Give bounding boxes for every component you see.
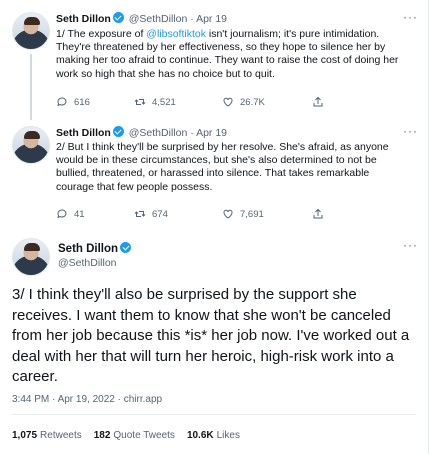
- quote-tweets-stat[interactable]: 182 Quote Tweets: [94, 430, 175, 441]
- quote-tweets-count: 182: [93, 430, 111, 441]
- verified-badge-icon: [120, 242, 132, 253]
- likes-count: 10.6K: [186, 430, 214, 441]
- heart-icon: [223, 97, 233, 107]
- reply-icon: [57, 97, 67, 107]
- reply-button[interactable]: 41: [56, 208, 85, 220]
- tweet-header: Seth Dillon @SethDillon · Apr 19: [56, 126, 416, 140]
- heart-icon: [223, 209, 233, 219]
- separator: ·: [190, 13, 194, 25]
- share-icon: [313, 96, 323, 107]
- like-count: 26.7K: [240, 96, 265, 108]
- divider: [12, 414, 416, 415]
- likes-stat[interactable]: 10.6K Likes: [187, 430, 240, 441]
- reply-button[interactable]: 616: [56, 96, 90, 108]
- tweet-2[interactable]: Seth Dillon @SethDillon · Apr 19 ··· 2/ …: [0, 120, 428, 224]
- tweet-date[interactable]: Apr 19: [196, 127, 227, 139]
- thread-line: [30, 54, 32, 120]
- author-name[interactable]: Seth Dillon: [58, 243, 118, 255]
- retweet-count: 4,521: [152, 96, 176, 108]
- reply-count: 41: [74, 208, 85, 220]
- tweet-header: Seth Dillon: [58, 242, 416, 256]
- reply-count: 616: [74, 96, 90, 108]
- tweet-actions: 616 4,521 26.7K: [56, 96, 408, 110]
- verified-badge-icon: [112, 12, 124, 23]
- tweet-text: 3/ I think they'll also be surprised by …: [12, 286, 410, 385]
- tweet-stats: 1,075 Retweets 182 Quote Tweets 10.6K Likes: [12, 430, 240, 441]
- focused-tweet[interactable]: Seth Dillon @SethDillon ··· 3/ I think t…: [0, 230, 428, 454]
- verified-badge-icon: [112, 126, 124, 137]
- tweet-thread: Seth Dillon @SethDillon · Apr 19 ··· 1/ …: [0, 0, 429, 454]
- author-handle[interactable]: @SethDillon: [129, 13, 188, 25]
- retweets-stat[interactable]: 1,075 Retweets: [12, 430, 82, 441]
- tweet-text: 1/ The exposure of @libsoftiktok isn't j…: [56, 28, 410, 81]
- avatar[interactable]: [12, 12, 50, 50]
- author-name[interactable]: Seth Dillon: [56, 127, 111, 139]
- tweet-timestamp[interactable]: 3:44 PM · Apr 19, 2022 · chirr.app: [12, 394, 162, 405]
- author-handle[interactable]: @SethDillon: [58, 257, 117, 269]
- like-button[interactable]: 7,691: [222, 208, 264, 220]
- tweet-1[interactable]: Seth Dillon @SethDillon · Apr 19 ··· 1/ …: [0, 0, 428, 120]
- like-count: 7,691: [240, 208, 264, 220]
- retweet-count: 674: [152, 208, 168, 220]
- more-options-icon[interactable]: ···: [403, 238, 418, 252]
- reply-icon: [57, 209, 67, 219]
- tweet-header: Seth Dillon @SethDillon · Apr 19: [56, 12, 416, 26]
- retweets-count: 1,075: [12, 430, 38, 441]
- retweet-icon: [134, 211, 146, 217]
- mention-link[interactable]: @libsoftiktok: [146, 28, 206, 40]
- tweet-text-part: 1/ The exposure of: [56, 28, 147, 40]
- share-icon: [313, 208, 323, 219]
- like-button[interactable]: 26.7K: [222, 96, 265, 108]
- share-button[interactable]: [312, 96, 324, 108]
- tweet-text: 2/ But I think they'll be surprised by h…: [56, 141, 389, 193]
- author-name[interactable]: Seth Dillon: [56, 13, 111, 25]
- retweet-icon: [134, 99, 146, 105]
- retweet-button[interactable]: 4,521: [134, 96, 176, 108]
- likes-label: Likes: [216, 430, 240, 441]
- share-button[interactable]: [312, 208, 324, 220]
- retweets-label: Retweets: [40, 430, 82, 441]
- tweet-actions: 41 674 7,691: [56, 208, 408, 222]
- retweet-button[interactable]: 674: [134, 208, 168, 220]
- tweet-date[interactable]: Apr 19: [196, 13, 227, 25]
- more-options-icon[interactable]: ···: [403, 124, 418, 138]
- avatar[interactable]: [12, 126, 50, 164]
- separator: ·: [190, 127, 194, 139]
- author-handle[interactable]: @SethDillon: [129, 127, 188, 139]
- avatar[interactable]: [12, 238, 50, 276]
- more-options-icon[interactable]: ···: [403, 10, 418, 24]
- quote-tweets-label: Quote Tweets: [113, 430, 175, 441]
